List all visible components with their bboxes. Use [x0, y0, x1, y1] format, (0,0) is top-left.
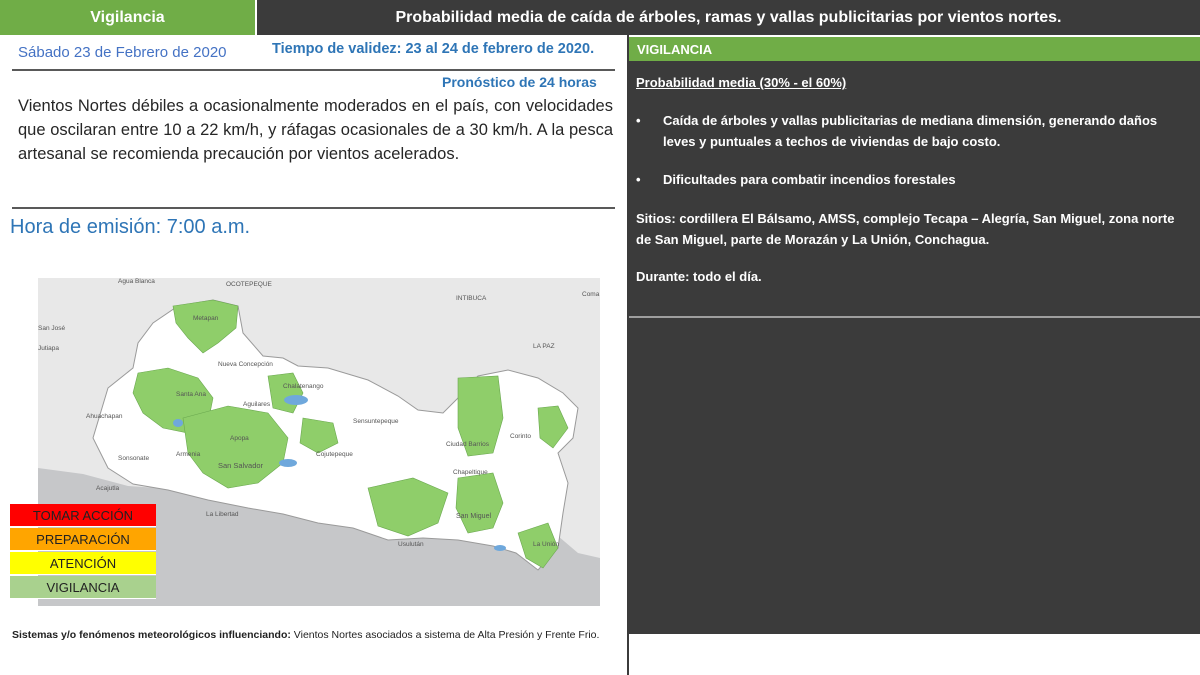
map-label-ciudad-barrios: Ciudad Barrios: [446, 441, 490, 448]
map-label-jutiapa: Jutiapa: [38, 345, 59, 352]
map-label-intibuca: INTIBUCA: [456, 295, 487, 302]
map-label-chapeltique: Chapeltique: [453, 469, 488, 476]
lake-olomega: [494, 545, 506, 551]
lake-ilopango: [279, 459, 297, 467]
map-label-agua-blanca: Agua Blanca: [118, 278, 155, 285]
map-label-sonsonate: Sonsonate: [118, 455, 149, 462]
legend-tomar-accion: TOMAR ACCIÓN: [10, 504, 156, 527]
map-label-san-miguel: San Miguel: [456, 513, 491, 520]
duration: Durante: todo el día.: [636, 269, 762, 284]
legend-preparacion: PREPARACIÓN: [10, 528, 156, 551]
map-label-cojutepeque: Cojutepeque: [316, 451, 353, 458]
influencing-systems-text: Vientos Nortes asociados a sistema de Al…: [290, 629, 600, 641]
impact-bullet-text: Dificultades para combatir incendios for…: [663, 172, 956, 187]
map-label-aguilares: Aguilares: [243, 401, 271, 408]
forecast-description: Vientos Nortes débiles a ocasionalmente …: [18, 97, 613, 163]
impact-bullet: • Caída de árboles y vallas publicitaria…: [636, 110, 1176, 152]
map-label-santa-ana: Santa Ana: [176, 391, 206, 398]
affected-sites: Sitios: cordillera El Bálsamo, AMSS, com…: [636, 211, 1175, 247]
bulletin-title: Probabilidad media de caída de árboles, …: [257, 0, 1200, 35]
bulletin-date: Sábado 23 de Febrero de 2020: [18, 44, 227, 61]
map-label-metapan: Metapan: [193, 315, 219, 322]
panel-heading: VIGILANCIA: [629, 37, 1200, 61]
map-label-ocotepeque: OCOTEPEQUE: [226, 281, 273, 288]
impact-bullet: • Dificultades para combatir incendios f…: [636, 169, 1176, 190]
map-label-chalatenango: Chalatenango: [283, 383, 324, 390]
probability-range: Probabilidad media (30% - el 60%): [636, 75, 847, 90]
forecast-period: Pronóstico de 24 horas: [442, 74, 597, 90]
map-label-la-paz: LA PAZ: [533, 343, 555, 350]
map-label-la-libertad: La Libertad: [206, 511, 239, 518]
lake-coatepeque: [173, 419, 183, 427]
map-label-armenia: Armenia: [176, 451, 201, 458]
map-label-ahuachapan: Ahuachapan: [86, 413, 123, 420]
map-label-acajutla: Acajutla: [96, 485, 120, 492]
map-label-sensuntepeque: Sensuntepeque: [353, 418, 399, 425]
map-label-coma: Coma: [582, 291, 600, 298]
impact-bullet-text: Caída de árboles y vallas publicitarias …: [663, 113, 1158, 149]
bullet-dot: •: [636, 113, 641, 128]
map-label-corinto: Corinto: [510, 433, 531, 440]
bullet-dot: •: [636, 172, 641, 187]
legend-vigilancia: VIGILANCIA: [10, 576, 156, 599]
divider: [12, 207, 615, 209]
map-label-san-jose: San José: [38, 325, 65, 332]
alert-level-header: Vigilancia: [0, 0, 255, 35]
lake-suchitlan: [284, 395, 308, 405]
map-label-la-union: La Unión: [533, 541, 559, 548]
divider: [12, 69, 615, 71]
map-label-usulutan: Usulután: [398, 541, 424, 548]
influencing-systems: Sistemas y/o fenómenos meteorológicos in…: [12, 628, 617, 643]
emission-time: Hora de emisión: 7:00 a.m.: [10, 216, 251, 238]
influencing-systems-label: Sistemas y/o fenómenos meteorológicos in…: [12, 629, 291, 641]
validity-period: Tiempo de validez: 23 al 24 de febrero d…: [272, 41, 595, 57]
map-label-san-salvador: San Salvador: [218, 461, 264, 470]
map-label-apopa: Apopa: [230, 435, 249, 442]
map-label-nueva-concepcion: Nueva Concepción: [218, 361, 273, 368]
panel-lower-section: [629, 318, 1200, 634]
legend-atencion: ATENCIÓN: [10, 552, 156, 575]
